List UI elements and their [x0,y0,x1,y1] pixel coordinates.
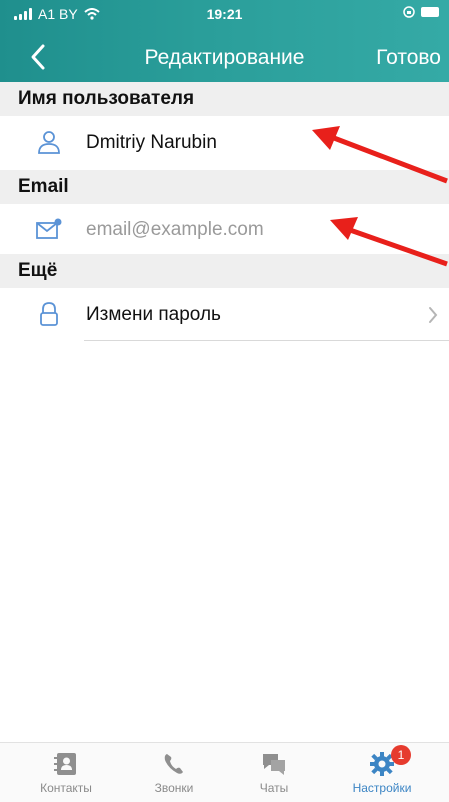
username-value[interactable]: Dmitriy Narubin [86,132,217,154]
user-icon [38,131,60,154]
contacts-icon [54,753,76,775]
phone-icon [164,754,183,774]
tab-settings[interactable]: 1 Настройки [332,745,432,802]
chat-icon [263,754,285,775]
tab-label: Контакты [40,781,92,795]
email-field[interactable] [86,216,406,244]
tab-label: Звонки [154,781,194,795]
section-header-username: Имя пользователя [0,82,449,116]
tab-bar: Контакты Звонки Чаты 1 Настройки [0,742,449,802]
header: A1 BY 19:21 Редактирование Готово [0,0,449,82]
chevron-right-icon [429,307,438,323]
mail-icon [36,218,62,239]
tab-label: Чаты [259,781,289,795]
section-header-email: Email [0,170,449,204]
email-row[interactable] [0,204,449,258]
lock-icon [40,302,58,326]
status-time: 19:21 [206,6,243,22]
status-bar: A1 BY 19:21 [0,0,449,26]
section-header-more: Ещё [0,254,449,288]
tab-chats[interactable]: Чаты [224,751,324,802]
navbar: Редактирование Готово [0,38,449,78]
status-right [403,6,439,18]
tab-label: Настройки [352,781,412,795]
done-button[interactable]: Готово [376,46,441,70]
notification-badge: 1 [391,745,411,765]
change-password-row[interactable]: Измени пароль [0,288,449,342]
tab-calls[interactable]: Звонки [124,751,224,802]
tab-contacts[interactable]: Контакты [16,751,116,802]
battery-icon [421,7,439,17]
row-divider [84,340,449,341]
username-row[interactable]: Dmitriy Narubin [0,116,449,170]
change-password-label[interactable]: Измени пароль [86,304,221,326]
orientation-lock-icon [403,6,415,18]
